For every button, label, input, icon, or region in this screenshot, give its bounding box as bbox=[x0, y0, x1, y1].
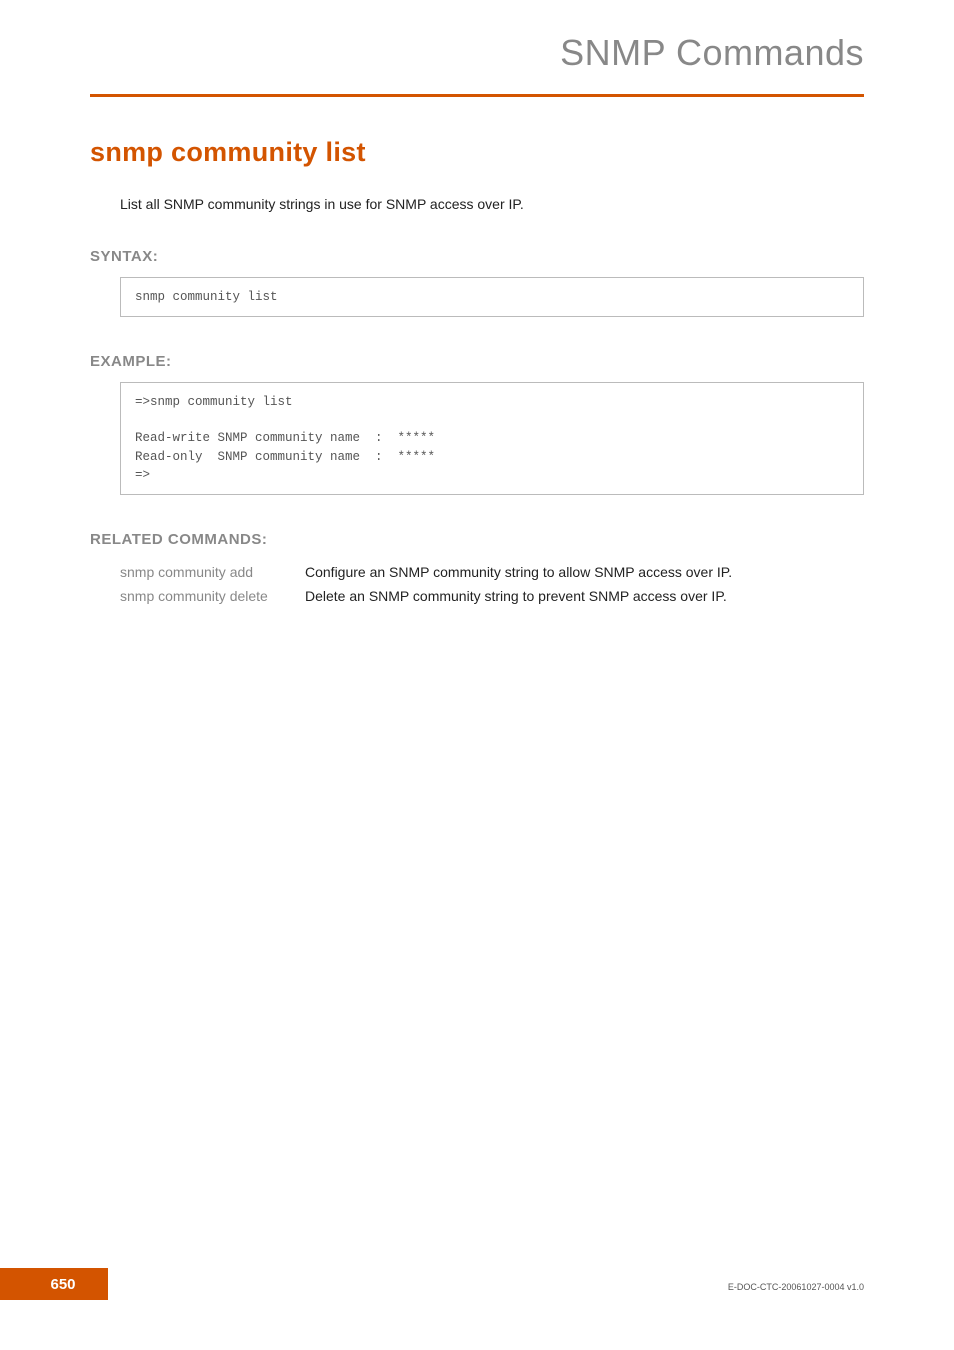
example-heading: EXAMPLE: bbox=[90, 353, 864, 370]
syntax-code: snmp community list bbox=[120, 277, 864, 317]
page-header: SNMP Commands bbox=[0, 0, 954, 86]
page-number-badge: 650 bbox=[0, 1268, 108, 1300]
table-row: snmp community add Configure an SNMP com… bbox=[120, 560, 732, 584]
command-title: snmp community list bbox=[90, 137, 864, 168]
header-title: SNMP Commands bbox=[0, 32, 864, 74]
command-intro: List all SNMP community strings in use f… bbox=[120, 196, 864, 212]
related-desc: Configure an SNMP community string to al… bbox=[305, 560, 732, 584]
related-commands-table: snmp community add Configure an SNMP com… bbox=[120, 560, 732, 608]
syntax-heading: SYNTAX: bbox=[90, 248, 864, 265]
related-heading: RELATED COMMANDS: bbox=[90, 531, 864, 548]
example-code: =>snmp community list Read-write SNMP co… bbox=[120, 382, 864, 495]
page-footer: 650 E-DOC-CTC-20061027-0004 v1.0 bbox=[0, 1260, 954, 1300]
related-desc: Delete an SNMP community string to preve… bbox=[305, 584, 732, 608]
related-cmd: snmp community add bbox=[120, 560, 305, 584]
document-id: E-DOC-CTC-20061027-0004 v1.0 bbox=[728, 1282, 864, 1292]
page-content: snmp community list List all SNMP commun… bbox=[0, 97, 954, 608]
table-row: snmp community delete Delete an SNMP com… bbox=[120, 584, 732, 608]
related-cmd: snmp community delete bbox=[120, 584, 305, 608]
